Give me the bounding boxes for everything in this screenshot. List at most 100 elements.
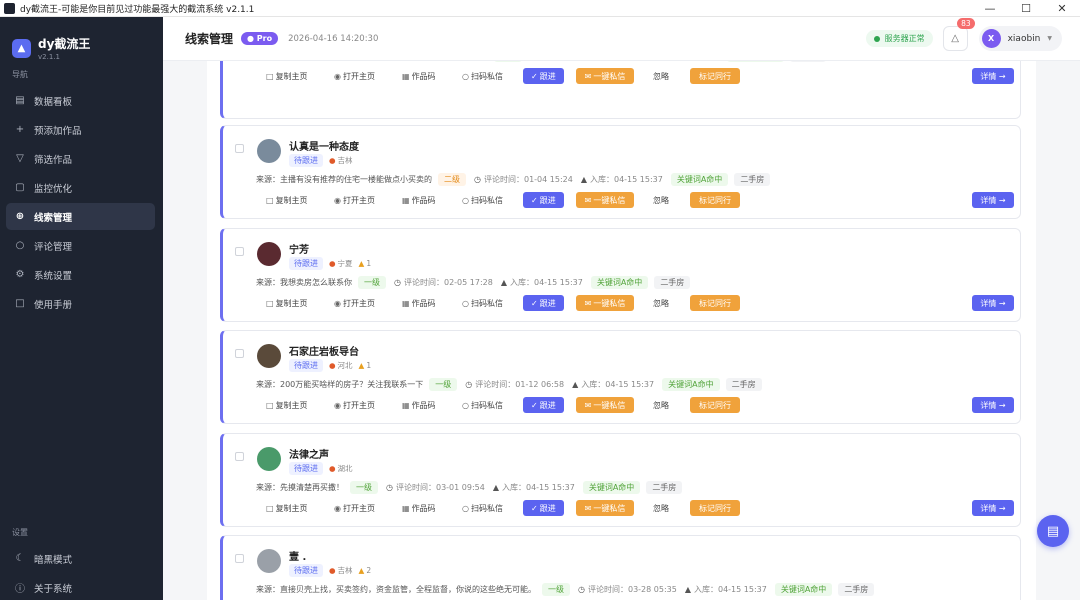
comment-time: ◷ 评论时间： 01-04 15:24: [474, 175, 573, 184]
lead-checkbox[interactable]: [235, 452, 244, 461]
open-home-button[interactable]: ◉ 打开主页: [334, 68, 375, 84]
sidebar-item-dark-mode[interactable]: ☾ 暗黑模式: [6, 545, 155, 572]
mark-peer-button[interactable]: 标记同行: [690, 500, 740, 516]
sidebar-item-monitor[interactable]: ▢ 监控优化: [6, 174, 155, 201]
one-click-dm-button[interactable]: ✉ 一键私信: [576, 295, 634, 311]
lead-location: 湖北: [337, 464, 353, 473]
lead-checkbox[interactable]: [235, 144, 244, 153]
keyword-badge: 关键词A命中: [582, 481, 641, 494]
sidebar-item-comments[interactable]: ○ 评论管理: [6, 232, 155, 259]
detail-button[interactable]: 详情 →: [972, 397, 1014, 413]
server-status-badge: 服务器正常: [865, 30, 933, 47]
lead-checkbox[interactable]: [235, 554, 244, 563]
lead-card: 宁芳 待跟进 ● 宁夏 ▲ 1 来源： 我想卖房怎么联系你 一级 ◷ 评论时间： 02-05 17:2…: [220, 228, 1021, 322]
sidebar-item-about[interactable]: ⓘ 关于系统: [6, 574, 155, 600]
user-menu[interactable]: X xiaobin ▼: [978, 26, 1062, 51]
one-click-dm-button[interactable]: ✉ 一键私信: [576, 68, 634, 84]
level-badge: 一级: [494, 61, 522, 62]
minimize-button[interactable]: —: [972, 0, 1008, 17]
sidebar-item-dashboard[interactable]: ▤ 数据看板: [6, 87, 155, 114]
lead-source-row: 来源： 直接贝壳上找，买卖签约，资金监管，全程监督，你说的这些绝无可能。 一级 ◷ 评论…: [256, 583, 875, 596]
import-time: ▲ 入库： 04-15 15:37: [580, 175, 663, 184]
thumbs-up-icon: ▲: [358, 566, 365, 575]
monitor-icon: ▢: [15, 182, 25, 193]
open-home-button[interactable]: ◉ 打开主页: [334, 397, 375, 413]
copy-home-button[interactable]: □ 复制主页: [266, 295, 308, 311]
sidebar-item-filter[interactable]: ▽ 筛选作品: [6, 145, 155, 172]
close-button[interactable]: ✕: [1044, 0, 1080, 17]
filter-icon: ▽: [16, 153, 24, 164]
open-home-button[interactable]: ◉ 打开主页: [334, 295, 375, 311]
qr-icon: ▦: [402, 298, 410, 308]
sidebar-item-label: 预添加作品: [34, 125, 82, 137]
source-label: 来源：: [256, 585, 280, 594]
qr-code-button[interactable]: ▦ 作品码: [402, 500, 436, 516]
page-header: 线索管理 ● Pro 2026-04-16 14:20:30 服务器正常 △ 8…: [163, 17, 1080, 61]
ignore-button[interactable]: 忽略: [653, 192, 669, 208]
avatar: X: [981, 29, 1001, 48]
source-text: 主播有没有推荐的住宅一楼能做点小买卖的: [280, 175, 432, 184]
ignore-button[interactable]: 忽略: [653, 397, 669, 413]
category-badge: 二手房: [725, 378, 762, 391]
comment-time: ◷ 评论时间： 03-28 05:35: [578, 585, 677, 594]
copy-home-button[interactable]: □ 复制主页: [266, 397, 308, 413]
ignore-button[interactable]: 忽略: [653, 295, 669, 311]
qr-code-button[interactable]: ▦ 作品码: [402, 397, 436, 413]
follow-button[interactable]: ✓ 跟进: [523, 500, 564, 516]
maximize-button[interactable]: ☐: [1008, 0, 1044, 17]
import-icon: ▲: [572, 380, 579, 389]
scan-dm-button[interactable]: ○ 扫码私信: [462, 500, 503, 516]
mark-peer-button[interactable]: 标记同行: [690, 68, 740, 84]
detail-button[interactable]: 详情 →: [972, 500, 1014, 516]
follow-button[interactable]: ✓ 跟进: [523, 68, 564, 84]
scan-dm-button[interactable]: ○ 扫码私信: [462, 397, 503, 413]
moon-icon: ☾: [15, 553, 25, 564]
document-fab-button[interactable]: ▤: [1037, 515, 1069, 547]
sidebar-item-settings[interactable]: ⚙ 系统设置: [6, 261, 155, 288]
brand-version: v2.1.1: [38, 53, 60, 61]
copy-home-button[interactable]: □ 复制主页: [266, 500, 308, 516]
sidebar-item-label: 数据看板: [34, 96, 73, 108]
lead-card: 石家庄岩板导台 待跟进 ● 河北 ▲ 1 来源： 200万能买啥样的房子？关注我联系一下 一级 ◷…: [220, 330, 1021, 424]
lead-name: 认真是一种态度: [289, 142, 359, 153]
scan-dm-button[interactable]: ○ 扫码私信: [462, 295, 503, 311]
ignore-button[interactable]: 忽略: [653, 68, 669, 84]
check-icon: ✓: [531, 503, 538, 513]
location-pin-icon: ●: [329, 361, 336, 370]
detail-button[interactable]: 详情 →: [972, 68, 1014, 84]
one-click-dm-button[interactable]: ✉ 一键私信: [576, 500, 634, 516]
import-time: ▲ 入库： 04-15 15:37: [492, 483, 575, 492]
scan-dm-button[interactable]: ○ 扫码私信: [462, 68, 503, 84]
open-home-button[interactable]: ◉ 打开主页: [334, 192, 375, 208]
mark-peer-button[interactable]: 标记同行: [690, 192, 740, 208]
follow-button[interactable]: ✓ 跟进: [523, 397, 564, 413]
one-click-dm-button[interactable]: ✉ 一键私信: [576, 397, 634, 413]
detail-button[interactable]: 详情 →: [972, 192, 1014, 208]
eye-icon: ◉: [334, 71, 341, 81]
mark-peer-button[interactable]: 标记同行: [690, 397, 740, 413]
one-click-dm-button[interactable]: ✉ 一键私信: [576, 192, 634, 208]
follow-button[interactable]: ✓ 跟进: [523, 295, 564, 311]
lead-checkbox[interactable]: [235, 247, 244, 256]
chart-icon: ▤: [15, 95, 25, 106]
open-home-button[interactable]: ◉ 打开主页: [334, 500, 375, 516]
lead-checkbox[interactable]: [235, 349, 244, 358]
qr-code-button[interactable]: ▦ 作品码: [402, 192, 436, 208]
follow-button[interactable]: ✓ 跟进: [523, 192, 564, 208]
clock-icon: ◷: [578, 585, 585, 594]
sidebar-item-pre-add[interactable]: + 预添加作品: [6, 116, 155, 143]
qr-code-button[interactable]: ▦ 作品码: [402, 295, 436, 311]
source-text: 200万能买啥样的房子？关注我联系一下: [280, 380, 424, 389]
comment-time: ◷ 评论时间： 03-01 09:54: [386, 483, 485, 492]
copy-home-button[interactable]: □ 复制主页: [266, 68, 308, 84]
mark-peer-button[interactable]: 标记同行: [690, 295, 740, 311]
copy-home-button[interactable]: □ 复制主页: [266, 192, 308, 208]
sidebar-item-leads[interactable]: ⊕ 线索管理: [6, 203, 155, 230]
sidebar-item-manual[interactable]: □ 使用手册: [6, 290, 155, 317]
detail-button[interactable]: 详情 →: [972, 295, 1014, 311]
notifications-button[interactable]: △ 83: [942, 18, 975, 51]
scan-dm-button[interactable]: ○ 扫码私信: [462, 192, 503, 208]
source-text: 先摸清楚再买撒！: [280, 483, 344, 492]
qr-code-button[interactable]: ▦ 作品码: [402, 68, 436, 84]
ignore-button[interactable]: 忽略: [653, 500, 669, 516]
